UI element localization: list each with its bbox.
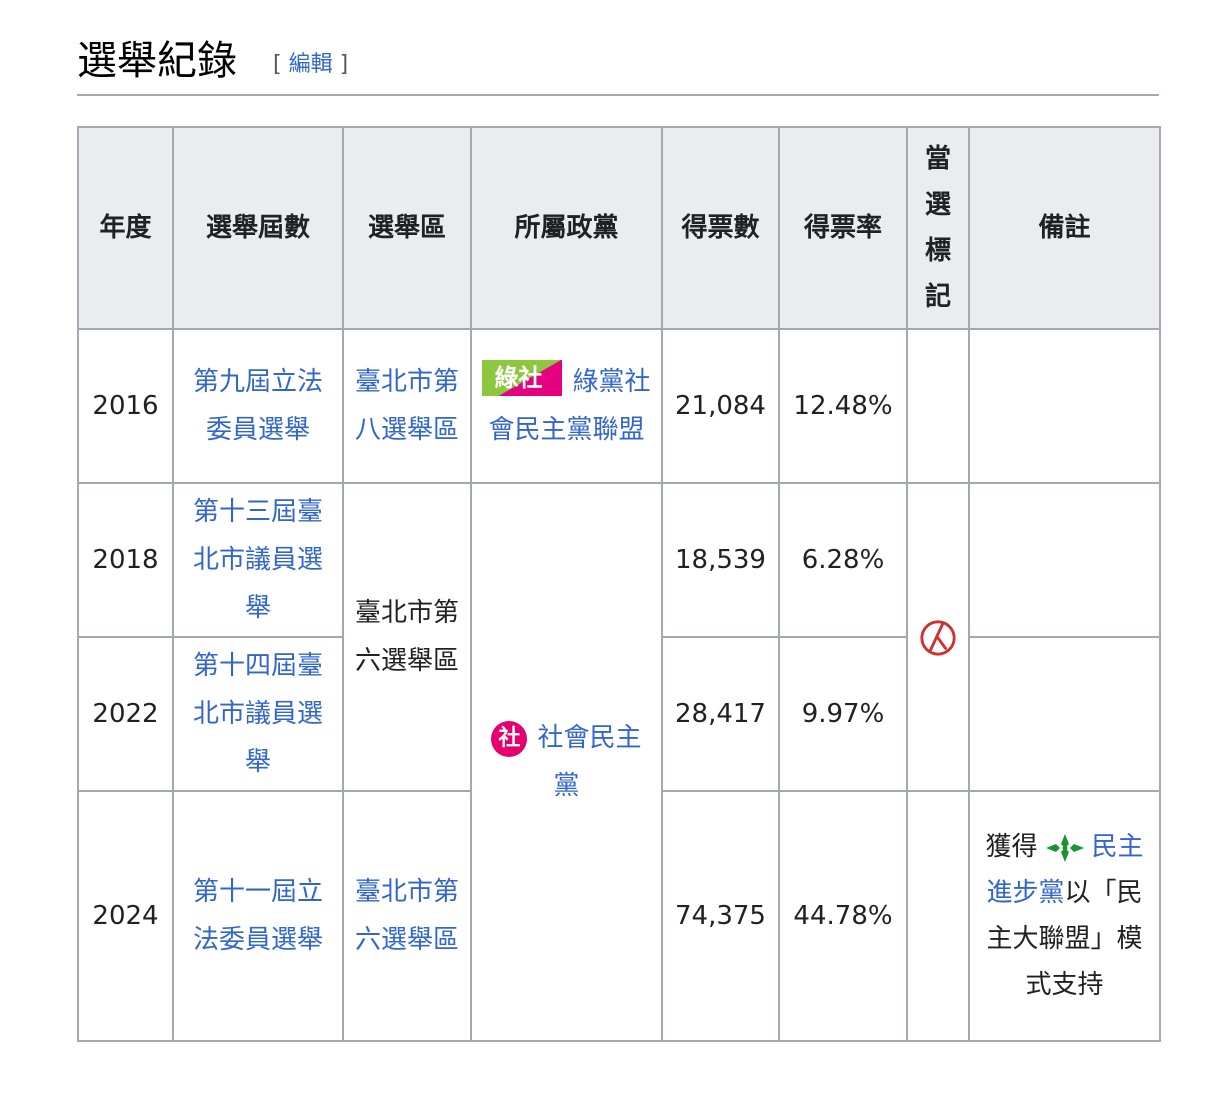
rate-cell: 12.48%	[778, 328, 908, 484]
header-remark: 備註	[968, 126, 1161, 330]
rate-cell: 9.97%	[778, 636, 908, 792]
remark-cell	[968, 636, 1161, 792]
table-row: 2016 第九屆立法委員選舉 臺北市第八選舉區 綠社 綠黨社會民主黨聯盟 21,0…	[77, 328, 1161, 484]
year-cell: 2024	[77, 790, 174, 1042]
header-election: 選舉屆數	[172, 126, 344, 330]
election-link[interactable]: 第十一屆立法委員選舉	[193, 877, 323, 955]
header-party: 所屬政黨	[470, 126, 663, 330]
edit-link[interactable]: 編輯	[289, 52, 333, 77]
dpp-logo-icon	[1041, 830, 1088, 865]
header-elected: 當選標記	[906, 126, 970, 330]
edit-bracket-close: ]	[339, 52, 349, 77]
header-year: 年度	[77, 126, 174, 330]
year-cell: 2022	[77, 636, 174, 792]
year-cell: 2016	[77, 328, 174, 484]
remark-cell: 獲得 民主進步黨以「民主大聯盟」模式支持	[968, 790, 1161, 1042]
district-link[interactable]: 臺北市第八選舉區	[355, 367, 459, 445]
party-cell: 綠社 綠黨社會民主黨聯盟	[470, 328, 663, 484]
election-link[interactable]: 第十四屆臺北市議員選舉	[193, 651, 323, 777]
rate-cell: 6.28%	[778, 482, 908, 638]
green-party-badge-text: 綠社	[494, 364, 543, 392]
green-party-logo-icon[interactable]: 綠社	[482, 360, 563, 396]
election-link[interactable]: 第九屆立法委員選舉	[193, 367, 323, 445]
remark-cell	[968, 328, 1161, 484]
party-link-sdp[interactable]: 社會民主黨	[537, 723, 641, 801]
elected-stamp-icon	[920, 619, 956, 656]
district-link[interactable]: 臺北市第六選舉區	[355, 877, 459, 955]
table-header-row: 年度 選舉屆數 選舉區 所屬政黨 得票數 得票率 當選標記 備註	[77, 126, 1161, 330]
remark-cell	[968, 482, 1161, 638]
elected-cell	[906, 790, 970, 1042]
header-rate: 得票率	[778, 126, 908, 330]
header-district: 選舉區	[342, 126, 472, 330]
rate-cell: 44.78%	[778, 790, 908, 1042]
sdp-logo-icon[interactable]: 社	[491, 720, 528, 757]
edit-section: [ 編輯 ]	[273, 50, 348, 80]
votes-cell: 74,375	[661, 790, 780, 1042]
party-cell: 社社會民主黨	[470, 482, 663, 1042]
edit-bracket-open: [	[273, 52, 282, 77]
table-row: 2018 第十三屆臺北市議員選舉 臺北市第六選舉區 社社會民主黨 18,539 …	[77, 482, 1161, 1042]
election-record-table: 年度 選舉屆數 選舉區 所屬政黨 得票數 得票率 當選標記 備註 2016 第九…	[77, 126, 1161, 1042]
district-cell: 臺北市第六選舉區	[342, 482, 472, 792]
votes-cell: 18,539	[661, 482, 780, 638]
year-cell: 2018	[77, 482, 174, 638]
section-heading: 選舉紀錄 [ 編輯 ]	[77, 30, 1159, 96]
header-votes: 得票數	[661, 126, 780, 330]
elected-cell	[906, 328, 970, 484]
election-link[interactable]: 第十三屆臺北市議員選舉	[193, 497, 323, 623]
votes-cell: 28,417	[661, 636, 780, 792]
remark-prefix: 獲得	[985, 832, 1038, 862]
elected-cell	[906, 482, 970, 792]
section-title: 選舉紀錄	[77, 38, 237, 84]
votes-cell: 21,084	[661, 328, 780, 484]
